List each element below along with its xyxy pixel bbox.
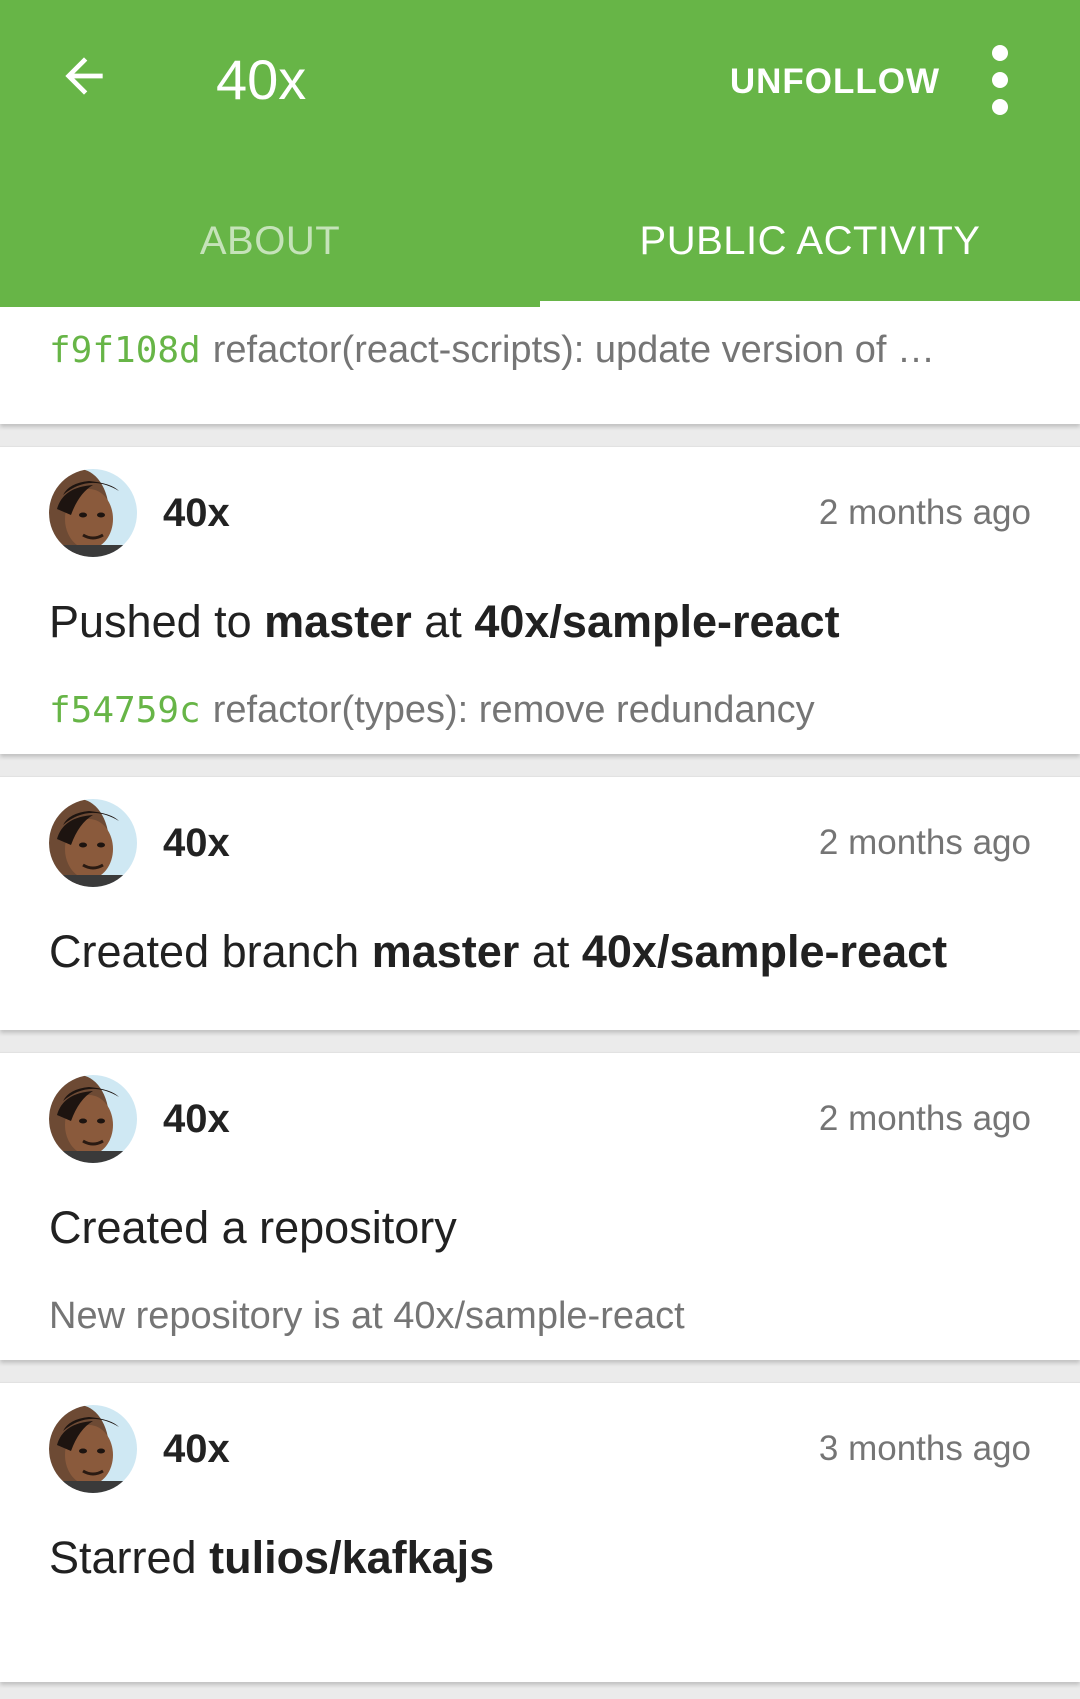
feed-item[interactable]: f9f108d refactor(react-scripts): update v…	[0, 307, 1080, 424]
tab-public-activity[interactable]: PUBLIC ACTIVITY	[540, 175, 1080, 307]
tab-bar: ABOUT PUBLIC ACTIVITY	[0, 175, 1080, 307]
more-vert-icon	[992, 45, 1008, 115]
avatar[interactable]	[49, 799, 137, 887]
event-verb: Pushed to	[49, 596, 252, 647]
commit-row[interactable]: f9f108d refactor(react-scripts): update v…	[49, 325, 935, 376]
commit-row[interactable]: f54759c refactor(types): remove redundanc…	[49, 685, 815, 736]
commit-sha: f9f108d	[49, 330, 201, 371]
tab-about[interactable]: ABOUT	[0, 175, 540, 307]
username[interactable]: 40x	[163, 1427, 230, 1472]
arrow-back-icon	[65, 57, 103, 95]
feed-item-header: 40x 3 months ago	[49, 1405, 1031, 1493]
event-verb: Starred	[49, 1532, 197, 1583]
event-prep: at	[531, 926, 570, 977]
app-bar: 40x UNFOLLOW ABOUT PUBLIC ACTIVITY	[0, 0, 1080, 307]
feed-item[interactable]: 40x 3 months ago Starred tulios/kafkajs	[0, 1382, 1080, 1682]
feed-item-header: 40x 2 months ago	[49, 469, 1031, 557]
timestamp: 2 months ago	[818, 493, 1031, 532]
event-description: Created branch master at 40x/sample-reac…	[49, 922, 947, 982]
more-options-button[interactable]	[960, 40, 1040, 120]
unfollow-button[interactable]: UNFOLLOW	[730, 54, 940, 110]
avatar[interactable]	[49, 1075, 137, 1163]
avatar-image	[49, 469, 137, 557]
timestamp: 2 months ago	[818, 823, 1031, 862]
repo-name[interactable]: 40x/sample-react	[474, 596, 839, 647]
activity-feed: f9f108d refactor(react-scripts): update v…	[0, 307, 1080, 1682]
commit-sha: f54759c	[49, 690, 201, 731]
repo-name[interactable]: 40x/sample-react	[582, 926, 947, 977]
event-verb: Created branch	[49, 926, 360, 977]
event-description: Starred tulios/kafkajs	[49, 1528, 494, 1588]
app-root: 40x UNFOLLOW ABOUT PUBLIC ACTIVITY f9f10…	[0, 0, 1080, 1699]
event-prep: at	[424, 596, 462, 647]
feed-item-header: 40x 2 months ago	[49, 1075, 1031, 1163]
event-description: Pushed to master at 40x/sample-react	[49, 592, 840, 652]
back-button[interactable]	[40, 32, 128, 120]
timestamp: 3 months ago	[818, 1429, 1031, 1468]
avatar-image	[49, 799, 137, 887]
feed-item[interactable]: 40x 2 months ago Pushed to master at 40x…	[0, 446, 1080, 754]
username[interactable]: 40x	[163, 1097, 230, 1142]
feed-item[interactable]: 40x 2 months ago Created branch master a…	[0, 776, 1080, 1030]
branch-name[interactable]: master	[264, 596, 412, 647]
commit-message: refactor(react-scripts): update version …	[212, 329, 935, 371]
feed-item-header: 40x 2 months ago	[49, 799, 1031, 887]
page-title: 40x	[216, 48, 307, 111]
avatar-image	[49, 1405, 137, 1493]
username[interactable]: 40x	[163, 821, 230, 866]
avatar-image	[49, 1075, 137, 1163]
avatar[interactable]	[49, 1405, 137, 1493]
branch-name[interactable]: master	[372, 926, 520, 977]
username[interactable]: 40x	[163, 491, 230, 536]
event-subtext: New repository is at 40x/sample-react	[49, 1295, 685, 1337]
timestamp: 2 months ago	[818, 1099, 1031, 1138]
event-description: Created a repository	[49, 1202, 457, 1253]
repo-name[interactable]: tulios/kafkajs	[209, 1532, 494, 1583]
feed-item[interactable]: 40x 2 months ago Created a repository Ne…	[0, 1052, 1080, 1360]
commit-message: refactor(types): remove redundancy	[212, 689, 815, 731]
avatar[interactable]	[49, 469, 137, 557]
